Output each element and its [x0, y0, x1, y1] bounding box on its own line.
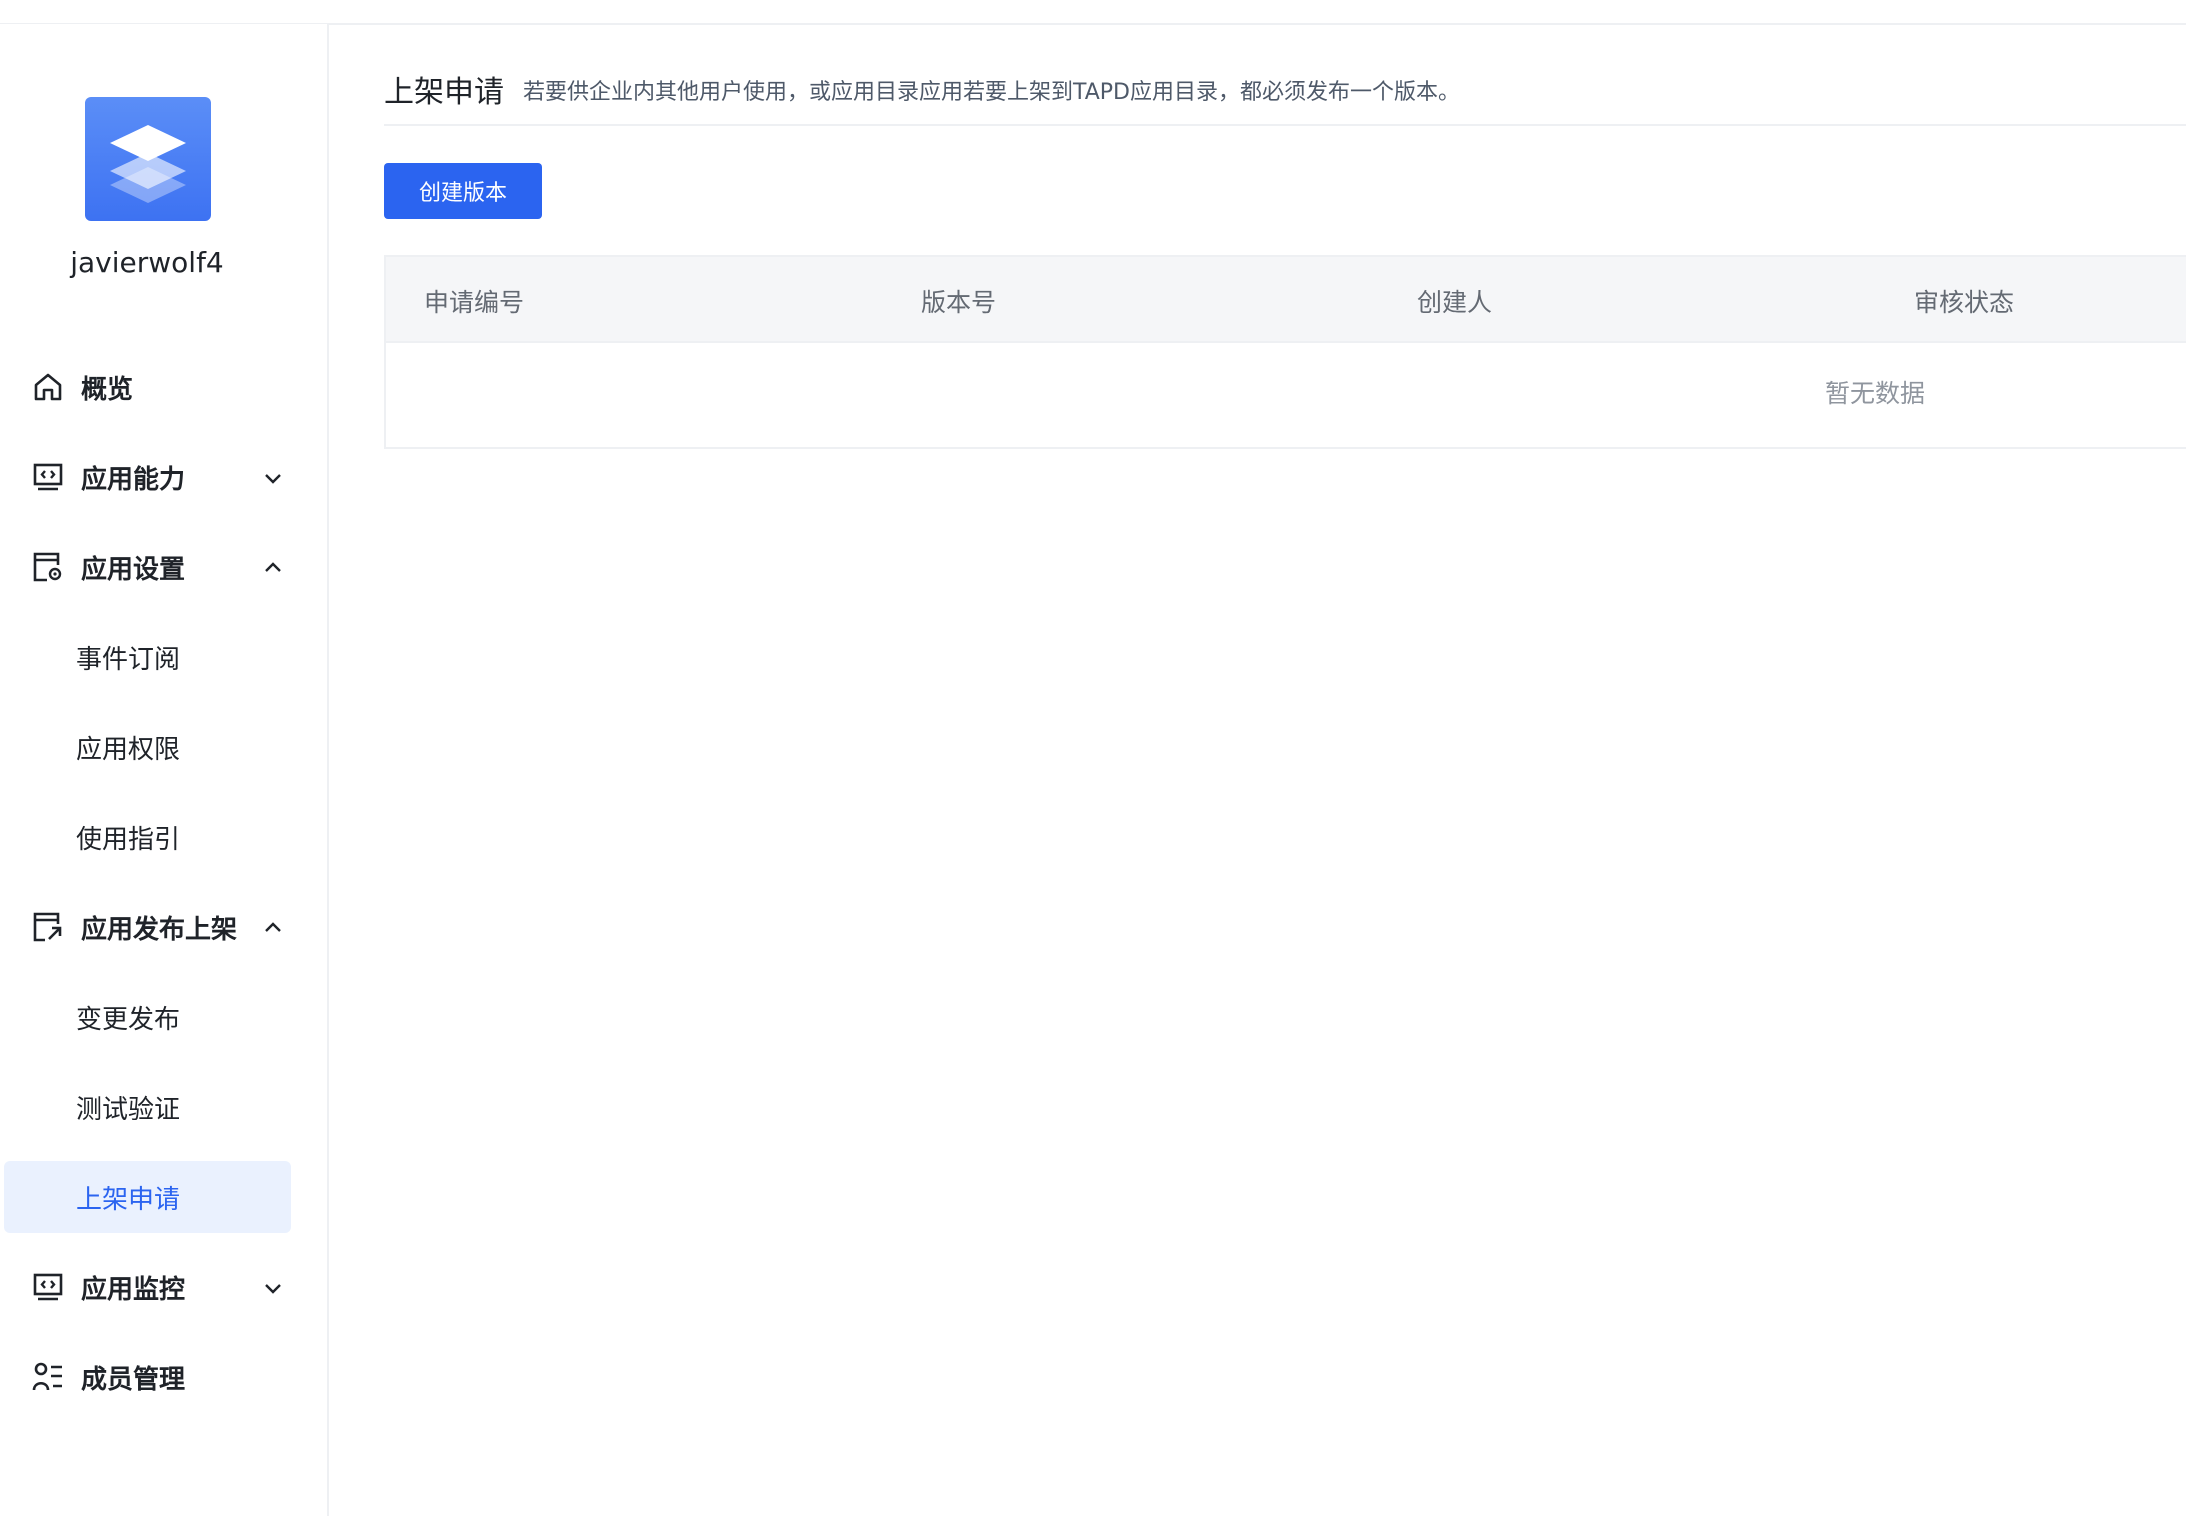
sidebar-subitem-test-verification[interactable]: 测试验证 [4, 1071, 291, 1143]
sidebar-item-overview[interactable]: 概览 [4, 351, 292, 423]
divider [384, 124, 2186, 126]
column-header-review-status: 审核状态 [1914, 288, 2015, 317]
column-header-version: 版本号 [921, 288, 997, 317]
column-header-application-id: 申请编号 [424, 288, 525, 317]
sidebar-subitem-listing-application[interactable]: 上架申请 [4, 1161, 291, 1233]
page-description: 若要供企业内其他用户使用，或应用目录应用若要上架到TAPD应用目录，都必须发布一… [523, 80, 1460, 105]
sidebar-item-app-capabilities[interactable]: 应用能力 [4, 441, 292, 513]
column-header-creator: 创建人 [1417, 288, 1493, 317]
publish-icon [33, 912, 62, 942]
sidebar-subitem-label: 变更发布 [76, 1004, 181, 1035]
monitor-code-icon [33, 463, 63, 491]
sidebar-subitem-app-permissions[interactable]: 应用权限 [4, 711, 291, 783]
chevron-down-icon [265, 1284, 281, 1294]
main-content: 上架申请 若要供企业内其他用户使用，或应用目录应用若要上架到TAPD应用目录，都… [329, 24, 2186, 1516]
sidebar-subitem-label: 事件订阅 [76, 644, 181, 675]
sidebar-item-app-monitoring[interactable]: 应用监控 [4, 1251, 292, 1323]
sidebar-item-label: 成员管理 [81, 1364, 186, 1395]
chevron-down-icon [265, 474, 281, 484]
sidebar-subitem-label: 上架申请 [76, 1184, 181, 1215]
page-title: 上架申请 [384, 75, 504, 110]
home-icon [34, 373, 62, 401]
sidebar-subitem-usage-guide[interactable]: 使用指引 [4, 801, 291, 873]
sidebar-item-label: 应用监控 [81, 1274, 186, 1305]
versions-table: 申请编号 版本号 创建人 审核状态 暂无数据 [384, 255, 2186, 449]
sidebar-item-member-management[interactable]: 成员管理 [4, 1341, 292, 1413]
chevron-up-icon [265, 562, 281, 572]
sidebar-subitem-label: 使用指引 [76, 824, 181, 855]
monitor-code-icon [33, 1273, 63, 1301]
sidebar-item-label: 概览 [81, 374, 134, 405]
sidebar-subitem-label: 应用权限 [76, 734, 181, 765]
settings-window-icon [33, 552, 62, 582]
empty-state-text: 暂无数据 [1825, 379, 1926, 408]
app-name: javierwolf4 [70, 246, 224, 279]
sidebar-item-app-settings[interactable]: 应用设置 [4, 531, 292, 603]
sidebar-subitem-change-release[interactable]: 变更发布 [4, 981, 291, 1053]
sidebar-subitem-event-subscription[interactable]: 事件订阅 [4, 621, 291, 693]
sidebar: javierwolf4 概览 应用能力 应用设置 事件订阅 应用权限 使用指引 … [0, 24, 329, 1516]
sidebar-item-label: 应用设置 [81, 554, 186, 585]
layers-icon [110, 125, 186, 203]
sidebar-subitem-label: 测试验证 [76, 1094, 181, 1125]
app-logo [85, 97, 211, 221]
sidebar-item-label: 应用能力 [81, 464, 186, 495]
chevron-up-icon [265, 922, 281, 932]
sidebar-item-label: 应用发布上架 [81, 914, 238, 945]
top-bar [0, 0, 2186, 25]
members-icon [32, 1362, 62, 1391]
table-header: 申请编号 版本号 创建人 审核状态 [386, 257, 2186, 343]
sidebar-item-app-publish[interactable]: 应用发布上架 [4, 891, 292, 963]
create-version-button[interactable]: 创建版本 [384, 163, 542, 219]
